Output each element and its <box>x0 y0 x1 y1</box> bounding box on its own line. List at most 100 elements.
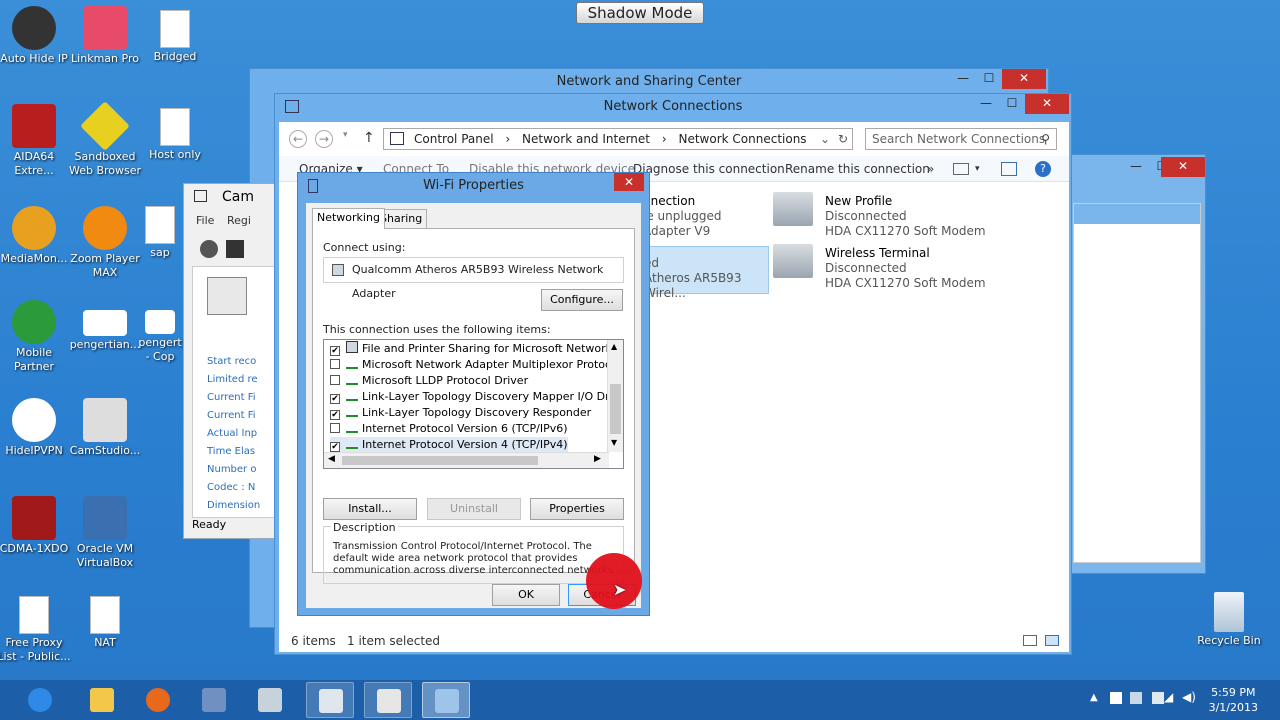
list-item[interactable]: ✔ File and Printer Sharing for Microsoft … <box>330 341 618 357</box>
taskbar-ie[interactable] <box>16 682 64 718</box>
dialog-close-button[interactable]: ✕ <box>614 173 644 191</box>
desktop-icon-aida64[interactable]: AIDA64 Extre... <box>0 104 72 178</box>
checkbox[interactable]: ✔ <box>330 410 340 420</box>
minimize-button[interactable]: — <box>1123 157 1149 177</box>
desktop-icon-host-only[interactable]: Host only <box>137 108 213 162</box>
taskbar-camstudio[interactable] <box>364 682 412 718</box>
record-icon[interactable] <box>200 240 218 258</box>
details-view-icon[interactable] <box>1023 635 1037 646</box>
recent-dropdown-icon[interactable]: ▾ <box>343 130 348 140</box>
desktop-icon-virtualbox[interactable]: Oracle VM VirtualBox <box>67 496 143 570</box>
rename-button[interactable]: Rename this connection <box>785 156 930 182</box>
properties-button[interactable]: Properties <box>530 498 624 520</box>
checkbox[interactable] <box>330 423 340 433</box>
address-bar[interactable]: Control Panel › Network and Internet › N… <box>383 128 853 150</box>
list-item[interactable]: ✔ Link-Layer Topology Discovery Mapper I/… <box>330 389 623 405</box>
breadcrumb-network-internet[interactable]: Network and Internet <box>522 132 650 146</box>
taskbar-media[interactable] <box>306 682 354 718</box>
desktop-icon-sap[interactable]: sap <box>137 206 183 260</box>
scroll-left-icon[interactable]: ◀ <box>328 454 335 464</box>
desktop-icon-mediamon[interactable]: MediaMon... <box>0 206 72 266</box>
desktop-icon-cdma[interactable]: CDMA-1XDO <box>0 496 72 556</box>
refresh-icon[interactable]: ↻ <box>838 129 848 149</box>
checkbox[interactable]: ✔ <box>330 346 340 356</box>
network-item-new-profile[interactable]: New Profile Disconnected HDA CX11270 Sof… <box>825 194 986 239</box>
search-input[interactable]: Search Network Connections ⚲ <box>865 128 1057 150</box>
address-dropdown-icon[interactable]: ⌄ <box>820 129 830 149</box>
window-camstudio[interactable]: Cam File Regi Start reco Limited re Curren… <box>183 183 284 539</box>
tray-app-icon[interactable] <box>1152 692 1164 704</box>
desktop-icon-sandboxed[interactable]: Sandboxed Web Browser <box>67 101 143 178</box>
ok-button[interactable]: OK <box>492 584 560 606</box>
network-item-wireless-terminal[interactable]: Wireless Terminal Disconnected HDA CX112… <box>825 246 986 291</box>
diagnose-button[interactable]: Diagnose this connection <box>633 156 785 182</box>
volume-icon[interactable]: ◀) <box>1182 690 1196 704</box>
desktop-icon-pengertian[interactable]: pengertian... <box>67 300 143 352</box>
shadow-mode-button[interactable]: Shadow Mode <box>576 2 704 24</box>
close-button[interactable]: ✕ <box>1025 94 1069 114</box>
preview-pane-icon[interactable] <box>1001 162 1017 176</box>
configure-button[interactable]: Configure... <box>541 289 623 311</box>
menu-region[interactable]: Regi <box>227 214 251 227</box>
list-item[interactable]: Microsoft Network Adapter Multiplexor Pr… <box>330 357 621 373</box>
view-dropdown-icon[interactable]: ▾ <box>975 156 980 182</box>
desktop-icon-pengert-copy[interactable]: pengert - Cop <box>137 310 183 364</box>
background-window[interactable]: — ☐ ✕ <box>1062 154 1206 574</box>
desktop-icon-auto-hide-ip[interactable]: Auto Hide IP <box>0 6 72 66</box>
taskbar-firefox[interactable] <box>134 682 182 718</box>
dialog-wifi-properties[interactable]: Wi-Fi Properties ✕ Networking Sharing Co… <box>297 172 650 616</box>
help-icon[interactable]: ? <box>1035 161 1051 177</box>
maximize-button[interactable]: ☐ <box>999 94 1025 114</box>
back-button[interactable]: ← <box>289 130 307 148</box>
desktop-icon-bridged[interactable]: Bridged <box>137 10 213 64</box>
tray-app-icon[interactable] <box>1130 692 1142 704</box>
scroll-right-icon[interactable]: ▶ <box>594 454 601 464</box>
checkbox[interactable] <box>330 375 340 385</box>
up-arrow-icon[interactable]: ↑ <box>363 130 375 146</box>
desktop-icon-hideipvpn[interactable]: HideIPVPN <box>0 398 72 458</box>
desktop-icon-mobile-partner[interactable]: Mobile Partner <box>0 300 72 374</box>
show-hidden-icons-icon[interactable]: ▲ <box>1090 692 1098 703</box>
flag-icon[interactable] <box>1110 692 1122 704</box>
list-item-selected[interactable]: ✔ Internet Protocol Version 4 (TCP/IPv4) <box>330 437 568 453</box>
hscrollbar-thumb[interactable] <box>342 456 538 465</box>
desktop-icon-zoom-player[interactable]: Zoom Player MAX <box>67 206 143 280</box>
components-list[interactable]: ✔ File and Printer Sharing for Microsoft … <box>323 339 624 469</box>
list-item[interactable]: Microsoft LLDP Protocol Driver <box>330 373 528 389</box>
network-signal-icon[interactable]: ◢ <box>1164 690 1173 704</box>
taskbar-control-panel[interactable] <box>422 682 470 718</box>
maximize-button[interactable]: ☐ <box>976 69 1002 89</box>
more-commands-button[interactable]: » <box>927 156 934 182</box>
horizontal-scrollbar[interactable]: ◀ ▶ <box>324 452 609 468</box>
uninstall-button[interactable]: Uninstall <box>427 498 521 520</box>
list-item[interactable]: ✔ Link-Layer Topology Discovery Responder <box>330 405 591 421</box>
desktop-icon-recycle-bin[interactable]: Recycle Bin <box>1191 592 1267 648</box>
breadcrumb-network-connections[interactable]: Network Connections <box>678 132 806 146</box>
scroll-up-icon[interactable]: ▲ <box>611 342 617 351</box>
taskbar-explorer[interactable] <box>78 682 126 718</box>
menu-file[interactable]: File <box>196 214 214 227</box>
taskbar-notes[interactable] <box>246 682 294 718</box>
close-button[interactable]: ✕ <box>1002 69 1046 89</box>
desktop-icon-camstudio[interactable]: CamStudio... <box>67 398 143 458</box>
checkbox[interactable]: ✔ <box>330 394 340 404</box>
scrollbar-thumb[interactable] <box>610 384 621 434</box>
desktop-icon-free-proxy[interactable]: Free Proxy List - Public... <box>0 596 72 664</box>
install-button[interactable]: Install... <box>323 498 417 520</box>
list-item[interactable]: Internet Protocol Version 6 (TCP/IPv6) <box>330 421 568 437</box>
minimize-button[interactable]: — <box>973 94 999 114</box>
vertical-scrollbar[interactable]: ▲ ▼ <box>607 340 623 452</box>
pause-icon[interactable] <box>226 240 244 258</box>
breadcrumb-control-panel[interactable]: Control Panel <box>414 132 494 146</box>
desktop-icon-nat[interactable]: NAT <box>67 596 143 650</box>
view-options-icon[interactable] <box>953 163 969 175</box>
tiles-view-icon[interactable] <box>1045 635 1059 646</box>
taskbar-virtualbox[interactable] <box>190 682 238 718</box>
forward-button[interactable]: → <box>315 130 333 148</box>
minimize-button[interactable]: — <box>950 69 976 89</box>
checkbox[interactable]: ✔ <box>330 442 340 452</box>
tab-networking[interactable]: Networking <box>312 208 385 229</box>
close-button[interactable]: ✕ <box>1161 157 1205 177</box>
checkbox[interactable] <box>330 359 340 369</box>
system-clock[interactable]: 5:59 PM 3/1/2013 <box>1209 685 1258 715</box>
